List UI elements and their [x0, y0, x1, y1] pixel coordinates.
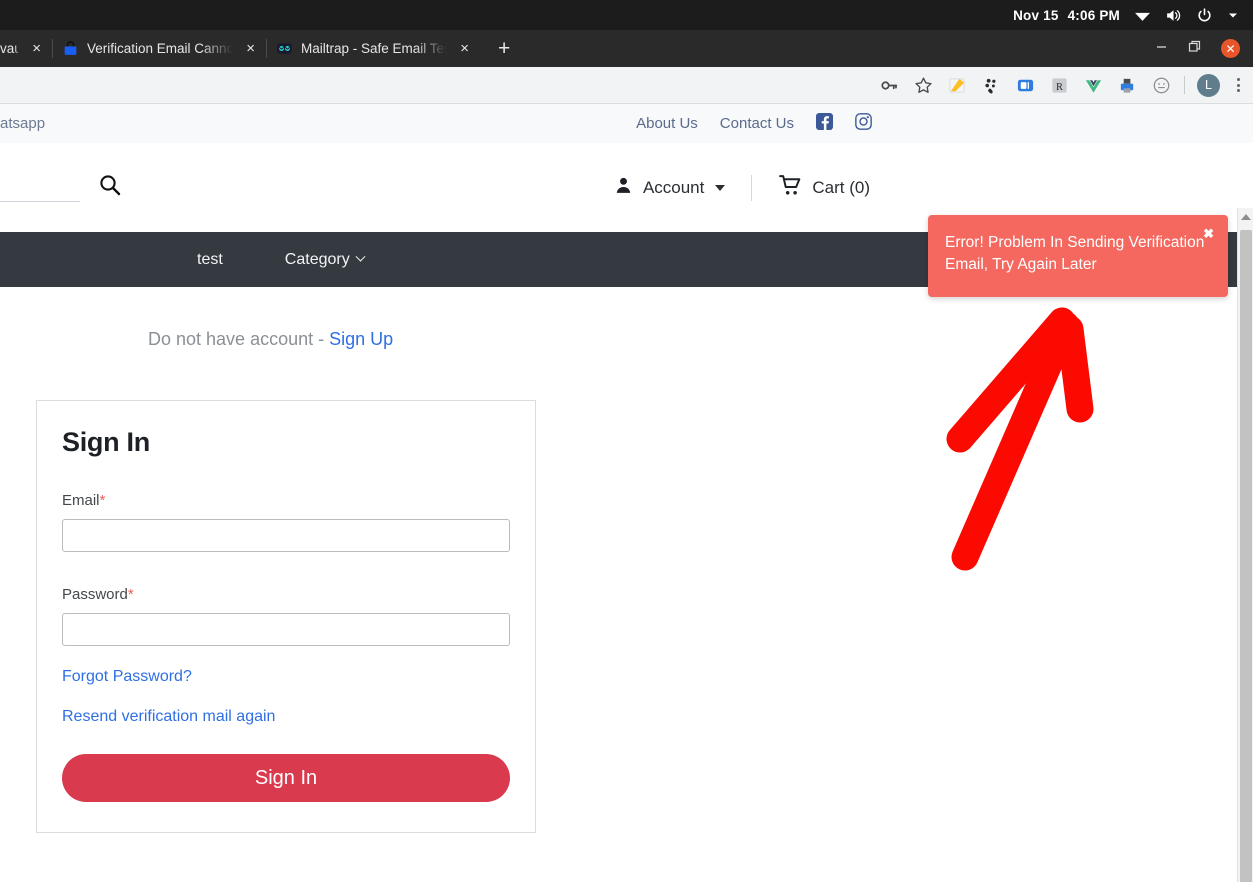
- os-time: 4:06 PM: [1067, 7, 1120, 23]
- contact-us-link[interactable]: Contact Us: [720, 115, 794, 132]
- error-toast[interactable]: Error! Problem In Sending Verification E…: [928, 215, 1228, 297]
- facebook-icon[interactable]: [816, 113, 833, 134]
- signup-prompt-text: Do not have account -: [148, 329, 330, 349]
- about-us-link[interactable]: About Us: [636, 115, 698, 132]
- star-icon[interactable]: [912, 74, 934, 96]
- page-viewport: atsapp About Us Contact Us e Account Car…: [0, 104, 1253, 882]
- password-label: Password*: [62, 586, 510, 603]
- required-mark: *: [127, 586, 134, 603]
- chevron-down-icon: [715, 184, 726, 191]
- header-divider: [751, 174, 753, 201]
- browser-tab[interactable]: Verification Email Cannot ×: [52, 30, 266, 67]
- password-label-text: Password: [62, 586, 128, 603]
- avatar[interactable]: L: [1197, 73, 1220, 97]
- person-icon: [613, 175, 634, 201]
- email-label: Email*: [62, 492, 510, 509]
- nav-item-test[interactable]: test: [197, 251, 223, 269]
- wifi-icon[interactable]: [1134, 7, 1151, 24]
- email-label-text: Email: [62, 492, 100, 509]
- whatsapp-label[interactable]: atsapp: [0, 115, 45, 132]
- volume-icon[interactable]: [1165, 7, 1182, 24]
- sign-up-link[interactable]: Sign Up: [329, 329, 393, 349]
- tab-close-icon[interactable]: ×: [27, 39, 46, 58]
- os-date: Nov 15: [1013, 7, 1059, 23]
- forgot-password-link[interactable]: Forgot Password?: [62, 668, 510, 686]
- kebab-menu-icon[interactable]: [1232, 78, 1245, 92]
- search-icon[interactable]: [98, 173, 122, 202]
- site-utility-bar: atsapp About Us Contact Us: [0, 104, 1253, 143]
- key-icon[interactable]: [878, 74, 900, 96]
- cart-icon: [778, 173, 803, 203]
- tab-title: Verification Email Cannot: [87, 41, 234, 56]
- instagram-icon[interactable]: [855, 113, 872, 134]
- nav-item-category[interactable]: Category: [284, 250, 366, 269]
- toast-message: Error! Problem In Sending Verification E…: [945, 234, 1205, 273]
- window-maximize-button[interactable]: [1188, 40, 1201, 58]
- emoji-extension-icon[interactable]: [1150, 74, 1172, 96]
- search-area: [0, 173, 122, 202]
- window-controls: ✕: [1155, 39, 1253, 58]
- caret-down-icon[interactable]: [1227, 9, 1239, 21]
- utility-links: About Us Contact Us: [636, 113, 1253, 134]
- window-minimize-button[interactable]: [1155, 40, 1168, 58]
- tab-title: Mailtrap - Safe Email Testi: [301, 41, 448, 56]
- tab-close-icon[interactable]: ×: [455, 39, 474, 58]
- vue-devtools-icon[interactable]: [1082, 74, 1104, 96]
- required-mark: *: [99, 492, 106, 509]
- printer-extension-icon[interactable]: [1116, 74, 1138, 96]
- account-menu[interactable]: Account: [613, 175, 726, 201]
- browser-tab[interactable]: Mailtrap - Safe Email Testi ×: [266, 30, 480, 67]
- scroll-up-arrow-icon[interactable]: [1240, 214, 1251, 220]
- scrollbar-thumb[interactable]: [1240, 230, 1252, 882]
- window-close-button[interactable]: ✕: [1221, 39, 1240, 58]
- header-actions: Account Cart (0): [613, 173, 1253, 203]
- power-icon[interactable]: [1196, 7, 1213, 24]
- sign-in-button[interactable]: Sign In: [62, 754, 510, 802]
- cart-button[interactable]: Cart (0): [778, 173, 870, 203]
- mailtrap-icon: [276, 40, 293, 57]
- signup-prompt: Do not have account - Sign Up: [0, 329, 1253, 350]
- svg-text:R: R: [1056, 81, 1063, 92]
- grammar-extension-icon[interactable]: R: [1048, 74, 1070, 96]
- account-label: Account: [642, 177, 705, 197]
- toolbar-divider: [1184, 76, 1185, 94]
- browser-toolbar: R L: [0, 67, 1253, 104]
- page-title: Sign In: [62, 427, 150, 457]
- new-tab-button[interactable]: +: [486, 38, 522, 59]
- browser-tab[interactable]: vau ×: [0, 30, 52, 67]
- os-clock[interactable]: Nov 15 4:06 PM: [1013, 8, 1120, 23]
- email-field[interactable]: [62, 519, 510, 552]
- browser-tab-strip: vau × Verification Email Cannot × Mailtr…: [0, 30, 1253, 67]
- tab-close-icon[interactable]: ×: [241, 39, 260, 58]
- gnome-extension-icon[interactable]: [980, 74, 1002, 96]
- tab-title: vau: [0, 41, 20, 56]
- password-field[interactable]: [62, 613, 510, 646]
- resend-verification-link[interactable]: Resend verification mail again: [62, 708, 510, 726]
- chevron-down-icon: [355, 251, 366, 262]
- close-icon[interactable]: ✖: [1203, 225, 1214, 243]
- highlighter-extension-icon[interactable]: [946, 74, 968, 96]
- search-input[interactable]: [0, 174, 80, 202]
- cart-label: Cart (0): [812, 177, 870, 197]
- translate-extension-icon[interactable]: [1014, 74, 1036, 96]
- page-scrollbar[interactable]: [1237, 208, 1253, 882]
- nav-category-label: Category: [284, 250, 350, 268]
- blue-lock-icon: [62, 40, 79, 57]
- signin-card: Sign In Email* Password* Forgot Password…: [36, 400, 536, 833]
- os-top-bar: Nov 15 4:06 PM: [0, 0, 1253, 30]
